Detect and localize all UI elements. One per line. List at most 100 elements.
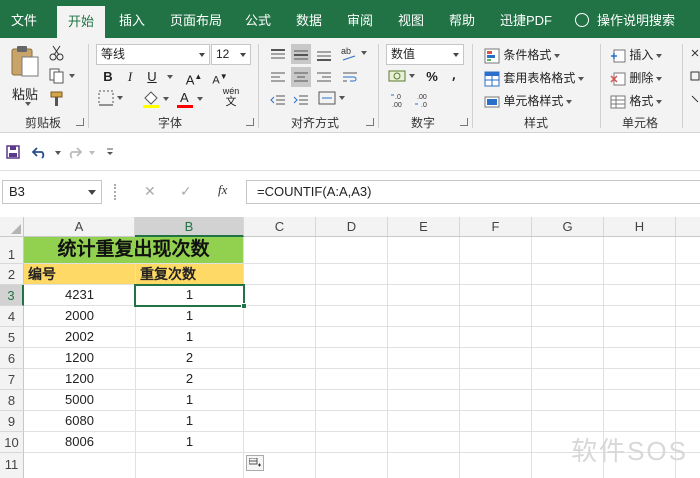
cell-a10[interactable]: 8006 <box>24 432 135 452</box>
row-header-4[interactable]: 4 <box>0 306 24 327</box>
tab-home[interactable]: 开始 <box>57 6 105 38</box>
phonetic-guide-button[interactable]: wén 文 <box>216 86 246 109</box>
customize-toolbar-icon[interactable] <box>106 148 114 156</box>
clipboard-launcher-icon[interactable] <box>76 118 84 126</box>
column-header-c[interactable]: C <box>244 217 316 237</box>
cell-b4[interactable]: 1 <box>136 306 243 326</box>
accounting-format-button[interactable] <box>388 68 415 84</box>
paste-button[interactable]: 粘贴 <box>8 44 44 106</box>
font-launcher-icon[interactable] <box>246 118 254 126</box>
tab-data[interactable]: 数据 <box>291 0 327 38</box>
align-bottom-button[interactable] <box>314 44 334 64</box>
row-header-1[interactable]: 1 <box>0 237 24 264</box>
format-cells-button[interactable]: 格式 <box>610 92 663 110</box>
cancel-icon[interactable]: ✕ <box>144 183 156 200</box>
cell-a2-header[interactable]: 编号 <box>24 264 135 284</box>
fill-handle[interactable] <box>241 303 247 309</box>
editing-overflow-icon[interactable] <box>690 46 700 106</box>
column-header-a[interactable]: A <box>24 217 135 237</box>
decrease-decimal-button[interactable]: .00.0 <box>414 91 434 109</box>
increase-font-button[interactable]: A▲ <box>184 67 204 87</box>
tab-page-layout[interactable]: 页面布局 <box>166 0 226 38</box>
tab-formulas[interactable]: 公式 <box>240 0 276 38</box>
row-header-3[interactable]: 3 <box>0 285 24 306</box>
cell-a6[interactable]: 1200 <box>24 348 135 368</box>
cell-b5[interactable]: 1 <box>136 327 243 347</box>
font-color-button[interactable]: A <box>176 90 203 108</box>
borders-button[interactable] <box>98 90 123 106</box>
cell-a5[interactable]: 2002 <box>24 327 135 347</box>
undo-icon[interactable] <box>32 145 48 159</box>
tab-insert[interactable]: 插入 <box>112 0 152 38</box>
font-name-dropdown[interactable]: 等线 <box>96 44 210 65</box>
row-header-6[interactable]: 6 <box>0 348 24 369</box>
comma-style-button[interactable]: ⸴ <box>444 67 464 87</box>
align-center-button[interactable] <box>291 67 311 87</box>
number-format-dropdown[interactable]: 数值 <box>386 44 464 65</box>
underline-button[interactable]: U <box>142 67 162 87</box>
column-header-h[interactable]: H <box>604 217 676 237</box>
redo-icon[interactable] <box>66 145 82 159</box>
decrease-indent-button[interactable] <box>268 90 288 110</box>
select-all-corner[interactable] <box>0 217 24 237</box>
merge-center-button[interactable] <box>318 90 345 106</box>
align-middle-button[interactable] <box>291 44 311 64</box>
align-right-button[interactable] <box>314 67 334 87</box>
format-as-table-button[interactable]: 套用表格格式 <box>484 69 585 87</box>
orientation-button[interactable]: ab <box>340 44 367 62</box>
decrease-font-button[interactable]: A▼ <box>210 67 230 87</box>
row-header-7[interactable]: 7 <box>0 369 24 390</box>
tell-me-search[interactable]: 操作说明搜索 <box>575 0 675 38</box>
tab-file[interactable]: 文件 <box>0 0 48 38</box>
format-painter-button[interactable] <box>48 90 66 108</box>
column-header-g[interactable]: G <box>532 217 604 237</box>
tab-view[interactable]: 视图 <box>393 0 429 38</box>
cell-b7[interactable]: 2 <box>136 369 243 389</box>
column-header-f[interactable]: F <box>460 217 532 237</box>
cell-b8[interactable]: 1 <box>136 390 243 410</box>
font-size-dropdown[interactable]: 12 <box>211 44 251 65</box>
wrap-text-button[interactable] <box>340 67 360 87</box>
italic-button[interactable]: I <box>120 67 140 87</box>
cell-a7[interactable]: 1200 <box>24 369 135 389</box>
column-header-b[interactable]: B <box>135 217 244 237</box>
bold-button[interactable]: B <box>98 67 118 87</box>
increase-decimal-button[interactable]: .0.00 <box>390 91 410 109</box>
formula-input[interactable]: =COUNTIF(A:A,A3) <box>246 180 700 204</box>
cell-a1-title[interactable]: 统计重复出现次数 <box>24 237 243 263</box>
cell-a9[interactable]: 6080 <box>24 411 135 431</box>
redo-dropdown-icon[interactable] <box>89 151 95 155</box>
insert-cells-button[interactable]: 插入 <box>610 46 663 64</box>
cell-styles-button[interactable]: 单元格样式 <box>484 92 573 110</box>
tab-xunjie-pdf[interactable]: 迅捷PDF <box>495 0 557 38</box>
column-header-d[interactable]: D <box>316 217 388 237</box>
tab-review[interactable]: 审阅 <box>342 0 378 38</box>
cut-button[interactable] <box>48 44 66 62</box>
increase-indent-button[interactable] <box>291 90 311 110</box>
row-header-5[interactable]: 5 <box>0 327 24 348</box>
copy-button[interactable] <box>48 67 75 85</box>
formula-bar-grip[interactable] <box>114 184 118 200</box>
undo-dropdown-icon[interactable] <box>55 151 61 155</box>
number-launcher-icon[interactable] <box>460 118 468 126</box>
tab-help[interactable]: 帮助 <box>444 0 480 38</box>
quick-analysis-button[interactable] <box>246 455 264 471</box>
save-icon[interactable] <box>6 145 20 159</box>
cell-a4[interactable]: 2000 <box>24 306 135 326</box>
cell-b10[interactable]: 1 <box>136 432 243 452</box>
enter-icon[interactable]: ✓ <box>180 183 192 200</box>
cell-a3[interactable]: 4231 <box>24 285 135 305</box>
cell-b2-header[interactable]: 重复次数 <box>136 264 243 284</box>
row-header-10[interactable]: 10 <box>0 432 24 453</box>
row-header-2[interactable]: 2 <box>0 264 24 285</box>
align-left-button[interactable] <box>268 67 288 87</box>
row-header-8[interactable]: 8 <box>0 390 24 411</box>
underline-dropdown-icon[interactable] <box>167 75 173 79</box>
row-header-11[interactable]: 11 <box>0 453 24 478</box>
percent-style-button[interactable]: % <box>422 67 442 87</box>
cell-b9[interactable]: 1 <box>136 411 243 431</box>
fill-color-button[interactable] <box>142 90 169 108</box>
row-header-9[interactable]: 9 <box>0 411 24 432</box>
conditional-formatting-button[interactable]: 条件格式 <box>484 46 561 64</box>
align-top-button[interactable] <box>268 44 288 64</box>
